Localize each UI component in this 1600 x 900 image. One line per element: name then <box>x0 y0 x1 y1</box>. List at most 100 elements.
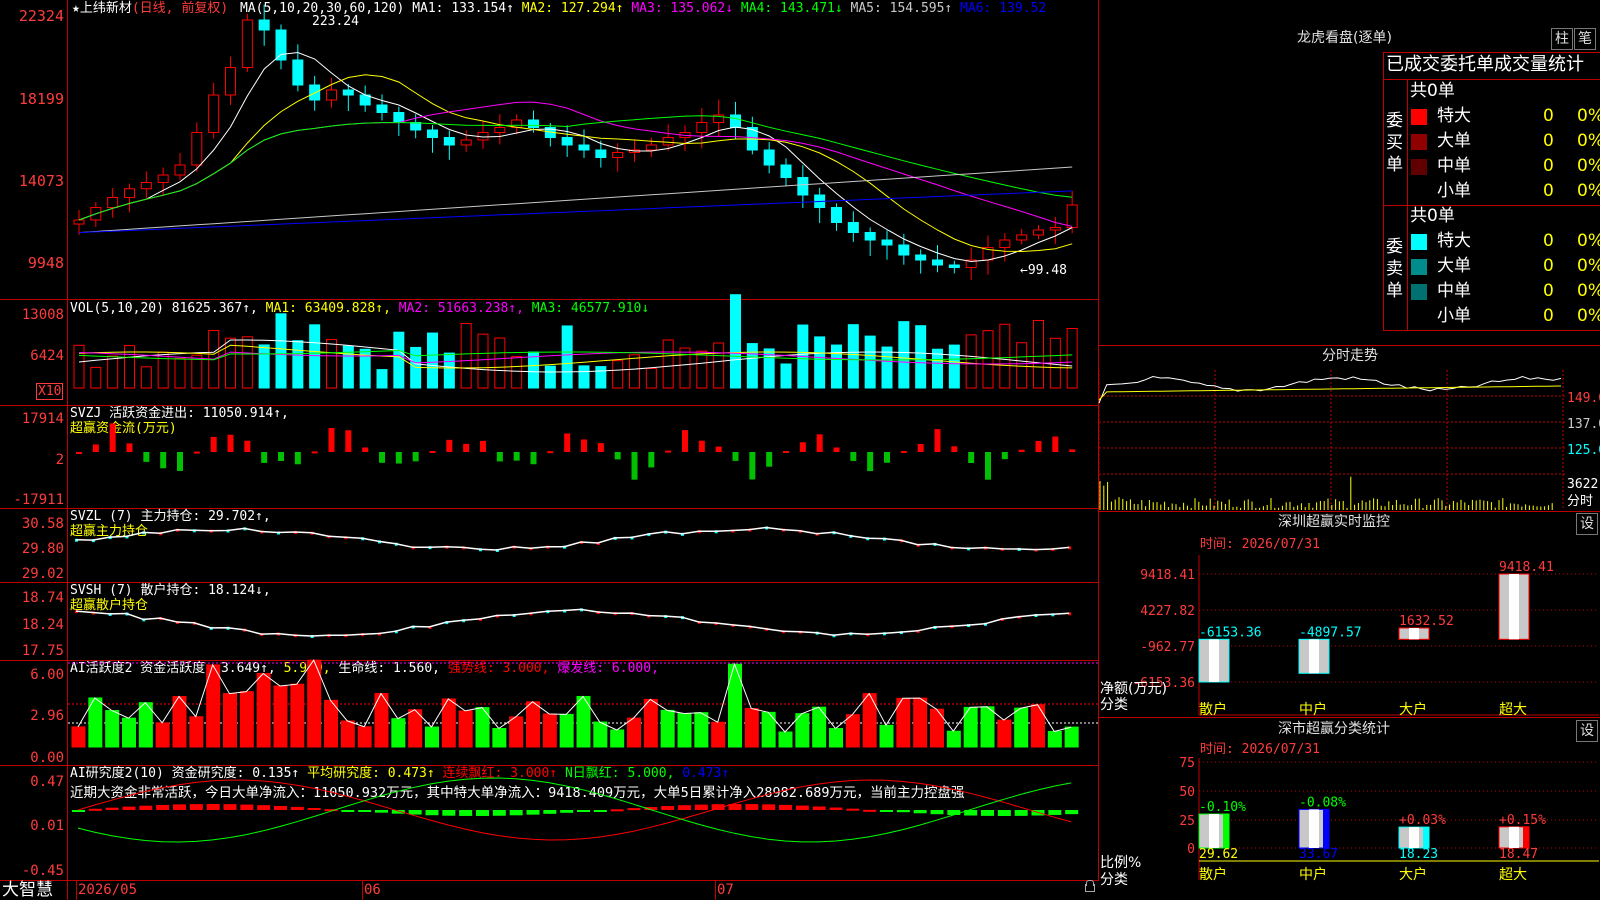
volume-bar <box>140 366 152 389</box>
classify-settings-button[interactable]: 设 <box>1576 720 1598 742</box>
ai2-bar <box>476 810 489 816</box>
ai2-bar <box>442 810 456 816</box>
ai2-bar <box>577 810 590 812</box>
candle-body <box>612 152 624 158</box>
volume-bar <box>629 354 640 389</box>
intraday-axis-137: 137.0 <box>1567 417 1600 432</box>
svzl-chart[interactable] <box>68 509 1098 582</box>
sell-row-val: 0 <box>1543 256 1554 276</box>
ai1-bar <box>593 721 608 748</box>
classify-bar-edge <box>1323 809 1329 848</box>
divider-ai2-bottom <box>0 880 1099 881</box>
classify-bar-name: 大户 <box>1399 866 1427 883</box>
ai1-bar <box>492 728 507 748</box>
monitor-bar-3 <box>1498 573 1530 640</box>
ai2-bar <box>341 810 355 812</box>
sell-row-pct: 0% <box>1577 306 1600 326</box>
buy-row-swatch <box>1411 109 1427 125</box>
ai1-bar <box>71 726 86 748</box>
svzl-axis-top: 30.58 <box>21 516 64 532</box>
sell-row-pct: 0% <box>1577 231 1600 251</box>
volume-chart[interactable] <box>68 294 1098 405</box>
ai2-bar <box>896 810 910 813</box>
date-tick-jul <box>715 880 716 900</box>
svzj-bar <box>395 452 402 464</box>
ai-activity-chart[interactable] <box>68 659 1098 765</box>
candle-body <box>393 112 405 123</box>
volume-bar <box>275 313 287 389</box>
ai1-bar <box>1014 707 1029 748</box>
svzl-axis-bot: 29.02 <box>21 566 64 582</box>
date-label-jun: 06 <box>364 882 381 898</box>
classify-xlabel: 分类 <box>1100 872 1128 888</box>
ai1-bar <box>946 730 961 748</box>
classify-bar-change: +0.15% <box>1499 813 1546 828</box>
svsh-chart[interactable] <box>68 583 1098 660</box>
svzj-bar <box>665 450 672 453</box>
svzj-bar <box>917 444 924 452</box>
ai2-bar <box>156 804 170 810</box>
brand-logo[interactable]: 大智慧 <box>2 880 53 900</box>
ai1-bar <box>425 726 439 748</box>
ai1-bar <box>879 724 894 748</box>
buy-row-val: 0 <box>1543 156 1554 176</box>
volume-bar <box>174 357 186 389</box>
ai2-bar <box>358 810 372 812</box>
sell-row-swatch <box>1411 234 1427 250</box>
svzj-bar <box>884 452 890 463</box>
svzj-bar <box>1018 449 1025 452</box>
ai1-bar <box>324 699 338 748</box>
ai2-bar <box>375 810 388 813</box>
price-high-label: 223.24 <box>312 14 359 29</box>
ai2-bar <box>560 810 574 813</box>
svzj-bar <box>833 447 840 452</box>
ai2-bar <box>1065 810 1079 815</box>
candle-body <box>292 59 304 86</box>
ai1-bar <box>223 693 237 748</box>
monitor-settings-button[interactable]: 设 <box>1576 513 1598 535</box>
classify-axis-label: 50 <box>1179 785 1195 800</box>
volume-bar <box>241 336 253 389</box>
svzj-bar <box>177 452 183 471</box>
lhb-tick-button[interactable]: 笔 <box>1574 28 1596 50</box>
ai1-bar <box>340 720 355 748</box>
svzj-bar <box>311 451 318 454</box>
classify-chart[interactable]: 75 50 25 0 -0.10% 29.62 散户 -0.08% 33.67 中户 +0.03% 1… <box>1099 756 1600 900</box>
svzj-chart[interactable] <box>68 406 1098 508</box>
sell-row-swatch <box>1411 284 1427 300</box>
monitor-bar-name: 散户 <box>1199 701 1227 718</box>
ai2-bar <box>930 810 944 815</box>
ai1-bar <box>1047 730 1062 748</box>
buy-row-val: 0 <box>1543 181 1554 201</box>
svzj-bar <box>210 436 217 452</box>
volume-bar <box>696 350 708 389</box>
lhb-bar-button[interactable]: 柱 <box>1551 28 1573 50</box>
ai2-bar <box>122 806 136 810</box>
classify-bar-name: 散户 <box>1199 866 1227 883</box>
volume-bar <box>544 365 556 389</box>
buy-row-val: 0 <box>1543 106 1554 126</box>
sell-row-label: 大单 <box>1437 256 1471 276</box>
volume-bar <box>90 366 102 389</box>
svzj-bar <box>682 430 688 452</box>
vol-unit-badge: X10 <box>36 383 64 400</box>
monitor-chart[interactable]: 9418.414227.82-962.77-6153.36-6153.36散户-… <box>1099 555 1600 720</box>
svzj-bar <box>76 452 82 454</box>
lhb-title: 龙虎看盘(逐单) <box>1297 30 1392 46</box>
volume-bar <box>713 342 725 389</box>
price-chart[interactable] <box>68 0 1098 299</box>
sell-row-label: 小单 <box>1437 306 1471 326</box>
sell-total: 共0单 <box>1410 206 1455 226</box>
lhb-heading: 已成交委托单成交量统计 <box>1386 54 1584 75</box>
sell-row-pct: 0% <box>1577 281 1600 301</box>
ma-line-2 <box>78 74 1073 253</box>
volume-bar <box>645 368 657 389</box>
ai-research-chart[interactable] <box>68 766 1098 880</box>
ai2-bar <box>105 807 119 810</box>
svzj-bar <box>597 443 604 452</box>
classify-bar-value: 18.23 <box>1399 847 1438 862</box>
volume-bar <box>561 325 573 389</box>
svzj-bar <box>631 452 638 480</box>
svzj-bar <box>294 452 301 465</box>
intraday-chart[interactable] <box>1098 370 1565 510</box>
